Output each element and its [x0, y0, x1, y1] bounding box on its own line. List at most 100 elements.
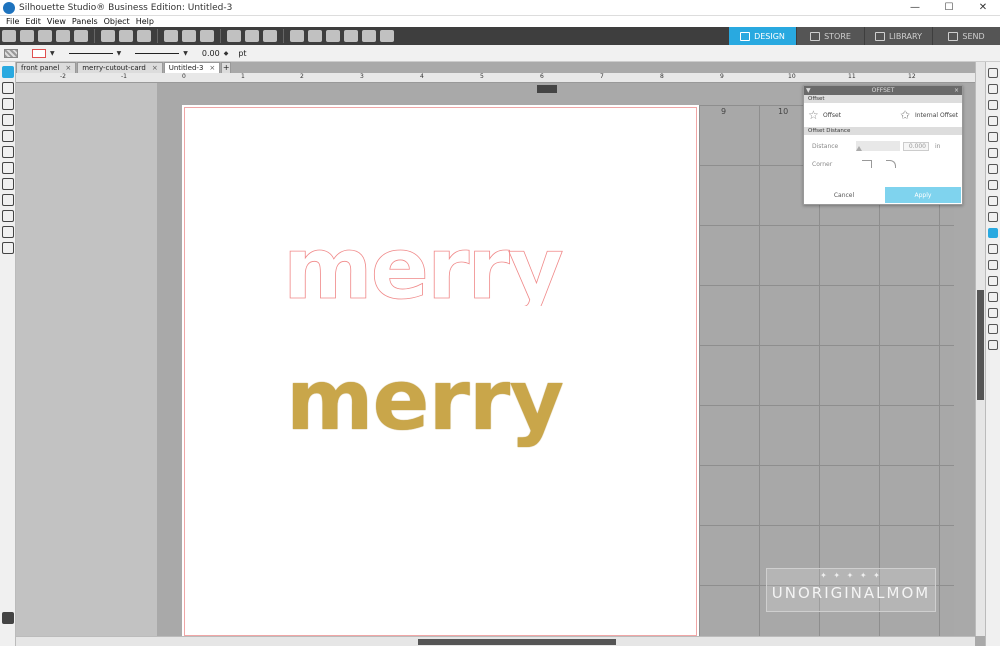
- offset-panel-header[interactable]: ▼ OFFSET ×: [804, 86, 962, 95]
- paste-icon[interactable]: [137, 30, 151, 42]
- close-icon[interactable]: ×: [65, 64, 71, 72]
- mode-store[interactable]: STORE: [796, 27, 864, 45]
- star-icon: ☆: [808, 108, 819, 122]
- new-file-icon[interactable]: [2, 30, 16, 42]
- fit-to-page-icon[interactable]: [380, 30, 394, 42]
- line-style-select[interactable]: [68, 52, 113, 54]
- cancel-button[interactable]: Cancel: [804, 186, 884, 204]
- line-width-input[interactable]: 0.00: [202, 49, 220, 58]
- minimize-button[interactable]: —: [898, 0, 932, 16]
- add-tab-button[interactable]: +: [221, 62, 232, 73]
- open-folder-icon[interactable]: [20, 30, 34, 42]
- edit-points-icon[interactable]: [2, 82, 14, 94]
- tab-merry-cutout-card[interactable]: merry-cutout-card ×: [77, 62, 163, 73]
- ungroup-icon[interactable]: [245, 30, 259, 42]
- eyedropper-icon[interactable]: [2, 226, 14, 238]
- line-color-swatch[interactable]: [32, 48, 46, 58]
- move-down-icon[interactable]: [344, 30, 358, 42]
- mode-design[interactable]: DESIGN: [728, 27, 796, 45]
- distance-input[interactable]: 0.000: [903, 141, 929, 151]
- chevron-down-icon[interactable]: ▼: [183, 50, 188, 57]
- text-style-icon[interactable]: [988, 164, 998, 174]
- menu-edit[interactable]: Edit: [25, 17, 41, 26]
- line-tool-icon[interactable]: [2, 114, 14, 126]
- zoom-out-icon[interactable]: [308, 30, 322, 42]
- stepper-icon[interactable]: ◆: [224, 50, 229, 57]
- maximize-button[interactable]: ☐: [932, 0, 966, 16]
- brush-tool-icon[interactable]: [2, 242, 14, 254]
- select-arrow-icon[interactable]: [2, 66, 14, 78]
- close-icon[interactable]: ×: [954, 86, 959, 95]
- bezier-icon[interactable]: [2, 98, 14, 110]
- rectangle-tool-icon[interactable]: [2, 130, 14, 142]
- close-icon[interactable]: ×: [152, 64, 158, 72]
- text-tool-icon[interactable]: [2, 178, 14, 190]
- ellipse-tool-icon[interactable]: [2, 146, 14, 158]
- layers-icon[interactable]: [988, 292, 998, 302]
- fill-color-icon[interactable]: [988, 100, 998, 110]
- select-all-icon[interactable]: [263, 30, 277, 42]
- settings-gear-icon[interactable]: [988, 340, 998, 350]
- copy-icon[interactable]: [119, 30, 133, 42]
- horizontal-scrollbar[interactable]: [16, 636, 975, 646]
- print-icon[interactable]: [56, 30, 70, 42]
- fill-swatch[interactable]: [4, 48, 18, 58]
- tab-untitled-3[interactable]: Untitled-3 ×: [163, 62, 221, 73]
- save-icon[interactable]: [38, 30, 52, 42]
- chevron-down-icon[interactable]: ▼: [117, 50, 122, 57]
- library-drawer-icon[interactable]: [2, 612, 14, 624]
- image-icon[interactable]: [988, 84, 998, 94]
- chevron-down-icon[interactable]: ▼: [50, 50, 55, 57]
- zoom-select-icon[interactable]: [326, 30, 340, 42]
- print-cut-icon[interactable]: [74, 30, 88, 42]
- line-type-select[interactable]: [135, 52, 180, 54]
- sharp-corner-icon[interactable]: [862, 160, 872, 168]
- grid-icon: [740, 31, 751, 41]
- pencil-tool-icon[interactable]: [2, 162, 14, 174]
- page-setup-icon[interactable]: [988, 68, 998, 78]
- modify-icon[interactable]: [988, 212, 998, 222]
- mode-send[interactable]: SEND: [932, 27, 1000, 45]
- close-icon[interactable]: ×: [209, 64, 215, 72]
- slider-knob[interactable]: [856, 146, 862, 151]
- tab-front-panel[interactable]: front panel ×: [16, 62, 77, 73]
- pan-hand-icon[interactable]: [362, 30, 376, 42]
- refresh-icon[interactable]: [200, 30, 214, 42]
- offset-icon[interactable]: [988, 228, 998, 238]
- trace-icon[interactable]: [988, 244, 998, 254]
- line-style-icon[interactable]: [988, 116, 998, 126]
- eraser-tool-icon[interactable]: [2, 210, 14, 222]
- transparency-icon[interactable]: [988, 148, 998, 158]
- nesting-icon[interactable]: [988, 308, 998, 318]
- menu-help[interactable]: Help: [136, 17, 154, 26]
- pixscan-icon[interactable]: [988, 260, 998, 270]
- merry-gold-text[interactable]: merry: [286, 351, 564, 449]
- replicate-icon[interactable]: [988, 196, 998, 206]
- merry-outline-shape[interactable]: merry: [283, 226, 603, 306]
- close-button[interactable]: ✕: [966, 0, 1000, 16]
- zoom-in-icon[interactable]: [290, 30, 304, 42]
- vertical-scrollbar[interactable]: [975, 62, 985, 636]
- group-icon[interactable]: [227, 30, 241, 42]
- scroll-thumb[interactable]: [977, 290, 984, 400]
- scroll-thumb[interactable]: [418, 639, 616, 645]
- sketch-icon[interactable]: [988, 276, 998, 286]
- menu-object[interactable]: Object: [104, 17, 130, 26]
- align-icon[interactable]: [988, 180, 998, 190]
- transform-icon[interactable]: [988, 132, 998, 142]
- knife-tool-icon[interactable]: [2, 194, 14, 206]
- menu-view[interactable]: View: [47, 17, 66, 26]
- internal-offset-option[interactable]: ✩ Internal Offset: [883, 109, 958, 121]
- menu-file[interactable]: File: [6, 17, 19, 26]
- redo-icon[interactable]: [182, 30, 196, 42]
- undo-icon[interactable]: [164, 30, 178, 42]
- apply-button[interactable]: Apply: [885, 187, 961, 203]
- warp-icon[interactable]: [988, 324, 998, 334]
- cut-icon[interactable]: [101, 30, 115, 42]
- mode-library[interactable]: LIBRARY: [864, 27, 932, 45]
- offset-option[interactable]: ☆ Offset: [808, 109, 883, 121]
- distance-slider[interactable]: [856, 141, 900, 151]
- menu-panels[interactable]: Panels: [72, 17, 98, 26]
- collapse-icon[interactable]: ▼: [806, 86, 811, 95]
- round-corner-icon[interactable]: [886, 160, 896, 168]
